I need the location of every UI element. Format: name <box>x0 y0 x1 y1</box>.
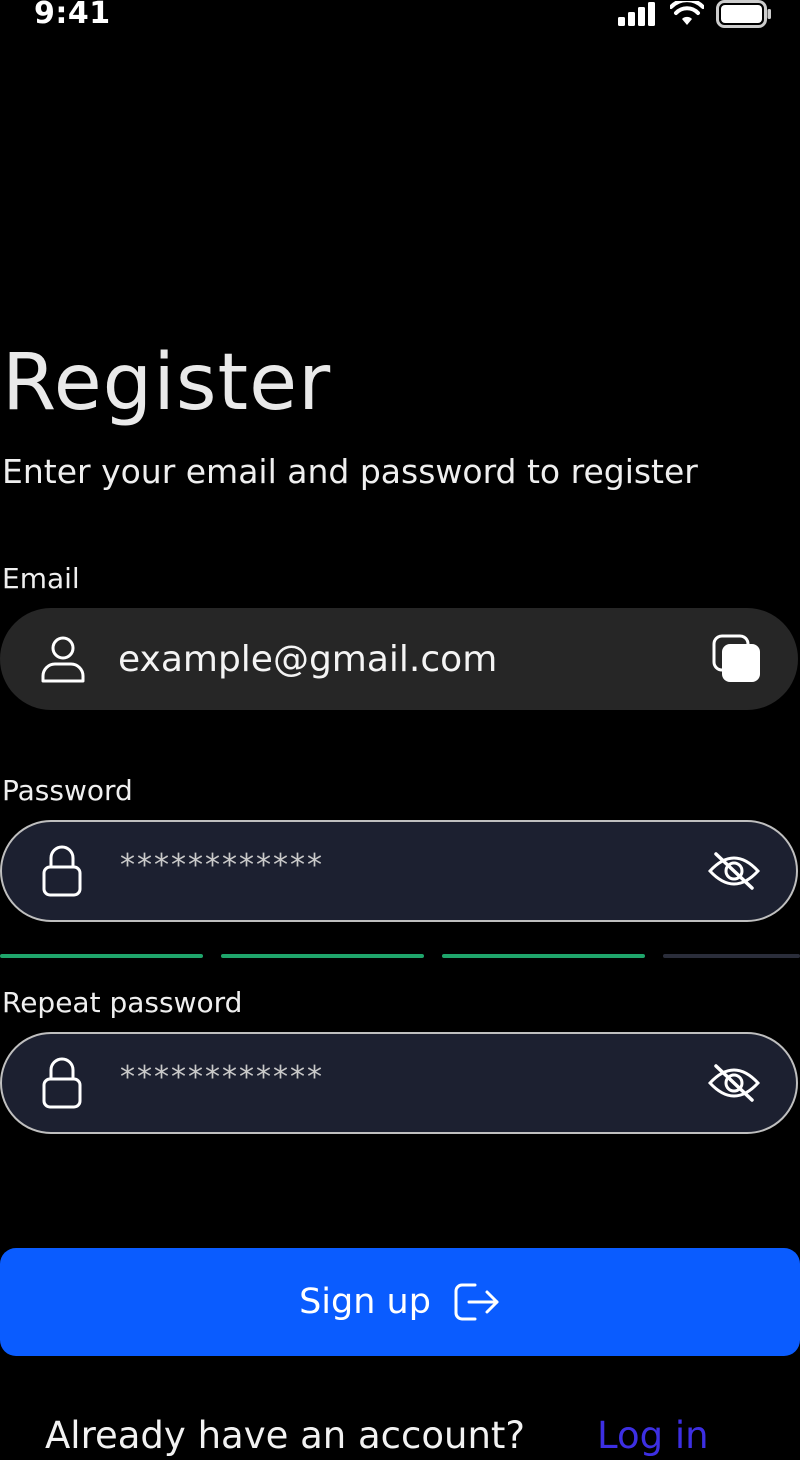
eye-off-icon[interactable] <box>708 1063 760 1103</box>
password-strength-meter <box>0 954 800 958</box>
signup-button[interactable]: Sign up <box>0 1248 800 1356</box>
password-label: Password <box>2 774 133 807</box>
repeat-password-value: ************ <box>120 1060 324 1095</box>
login-link[interactable]: Log in <box>597 1414 709 1457</box>
lock-icon <box>42 845 82 897</box>
password-value: ************ <box>120 848 324 883</box>
repeat-password-field[interactable]: ************ <box>0 1032 798 1134</box>
lock-icon <box>42 1057 82 1109</box>
email-label: Email <box>2 562 80 595</box>
strength-segment <box>0 954 203 958</box>
email-field[interactable]: example@gmail.com <box>0 608 798 710</box>
eye-off-icon[interactable] <box>708 851 760 891</box>
page-title: Register <box>2 338 332 428</box>
repeat-password-label: Repeat password <box>2 986 243 1019</box>
status-time: 9:41 <box>34 0 111 31</box>
status-icons <box>618 0 772 28</box>
page-subtitle: Enter your email and password to registe… <box>2 452 698 491</box>
email-value: example@gmail.com <box>118 638 498 680</box>
login-prompt: Already have an account? <box>45 1414 526 1457</box>
strength-segment <box>221 954 424 958</box>
signal-icon <box>618 2 655 26</box>
battery-icon <box>716 0 771 28</box>
copy-icon[interactable] <box>712 634 762 684</box>
strength-segment <box>442 954 645 958</box>
signup-button-label: Sign up <box>299 1282 431 1322</box>
logout-arrow-icon <box>453 1282 501 1322</box>
strength-segment <box>663 954 800 958</box>
user-icon <box>40 635 86 683</box>
wifi-icon <box>670 1 704 25</box>
password-field[interactable]: ************ <box>0 820 798 922</box>
